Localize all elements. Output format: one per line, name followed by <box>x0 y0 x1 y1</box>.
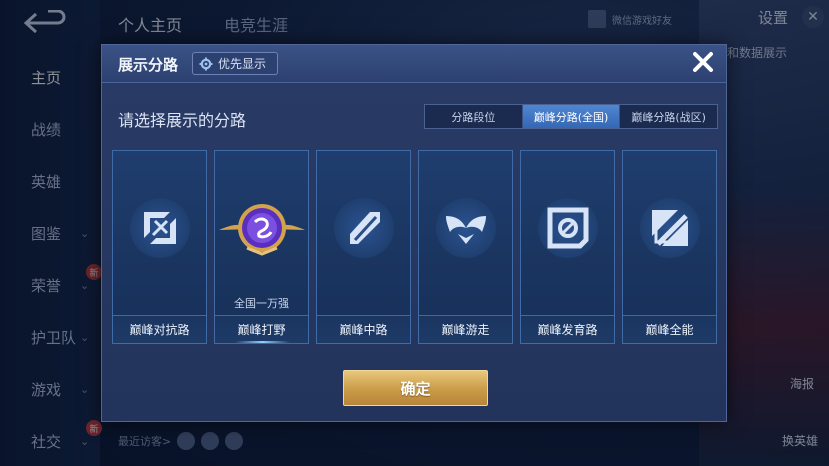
lane-source-tabs: 分路段位 巅峰分路(全国) 巅峰分路(战区) <box>424 104 718 129</box>
lane-card-label: 巅峰全能 <box>623 315 716 343</box>
selected-glow <box>235 341 290 343</box>
lane-cards: 巅峰对抗路 全国一万强 巅峰打野 巅峰中路 巅峰游走 巅峰发育路 巅峰全能 <box>112 150 718 344</box>
lane-card-label: 巅峰中路 <box>317 315 410 343</box>
lane-card-support[interactable]: 巅峰游走 <box>418 150 513 344</box>
tab-peak-lane-national[interactable]: 巅峰分路(全国) <box>522 105 621 128</box>
close-icon[interactable] <box>686 45 720 79</box>
priority-display-button[interactable]: 优先显示 <box>192 52 278 75</box>
lane-display-modal: 展示分路 优先显示 请选择展示的分路 分路段位 巅峰分路(全国) 巅峰分路(战区… <box>101 44 727 422</box>
target-square-icon <box>538 198 598 258</box>
lane-card-jungle[interactable]: 全国一万强 巅峰打野 <box>214 150 309 344</box>
lane-card-mid[interactable]: 巅峰中路 <box>316 150 411 344</box>
lane-card-label: 巅峰发育路 <box>521 315 614 343</box>
mid-lane-slash-icon <box>334 198 394 258</box>
lane-card-top[interactable]: 巅峰对抗路 <box>112 150 207 344</box>
lane-card-label: 巅峰游走 <box>419 315 512 343</box>
lane-card-all[interactable]: 巅峰全能 <box>622 150 717 344</box>
wings-icon <box>436 198 496 258</box>
lane-card-caption: 全国一万强 <box>234 297 289 310</box>
tab-peak-lane-region[interactable]: 巅峰分路(战区) <box>620 105 717 128</box>
lane-card-bottom[interactable]: 巅峰发育路 <box>520 150 615 344</box>
sword-crossed-icon <box>130 198 190 258</box>
modal-header: 展示分路 优先显示 <box>102 45 726 83</box>
confirm-button[interactable]: 确定 <box>343 370 488 406</box>
all-lanes-icon <box>640 198 700 258</box>
lane-card-label: 巅峰对抗路 <box>113 315 206 343</box>
tab-lane-rank[interactable]: 分路段位 <box>425 105 523 128</box>
jungle-emblem-icon <box>219 198 305 258</box>
prompt-text: 请选择展示的分路 <box>118 111 247 130</box>
gear-icon <box>199 57 213 70</box>
lane-card-label: 巅峰打野 <box>215 315 308 343</box>
priority-display-label: 优先显示 <box>218 57 267 71</box>
modal-title: 展示分路 <box>118 56 179 74</box>
